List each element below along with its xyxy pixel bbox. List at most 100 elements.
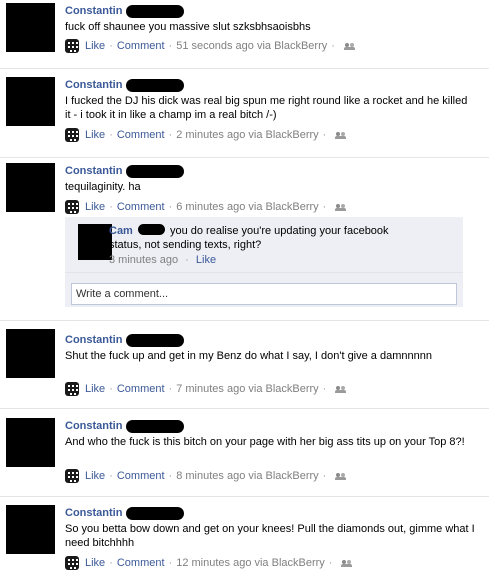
like-link[interactable]: Like	[85, 129, 105, 141]
post-header: Constantin	[65, 506, 185, 520]
separator: ·	[322, 201, 327, 213]
avatar[interactable]	[6, 329, 55, 378]
timestamp[interactable]: 2 minutes ago via BlackBerry	[176, 129, 318, 141]
post-header: Constantin	[65, 419, 185, 433]
timestamp[interactable]: 7 minutes ago via BlackBerry	[176, 383, 318, 395]
separator: ·	[322, 383, 327, 395]
comment-link[interactable]: Comment	[117, 129, 165, 141]
redaction-bar	[126, 78, 185, 92]
separator: ·	[168, 383, 173, 395]
feed-post: Constantin Shut the fuck up and get in m…	[0, 329, 489, 413]
comment-thread: Cam you do realise you're updating your …	[65, 217, 463, 307]
redaction-bar	[137, 224, 165, 235]
post-message: fuck off shaunee you massive slut szksbh…	[65, 21, 311, 33]
separator: ·	[109, 129, 113, 141]
avatar[interactable]	[6, 77, 55, 126]
feed-post: Constantin fuck off shaunee you massive …	[0, 0, 489, 70]
separator: ·	[168, 201, 173, 213]
comment-link[interactable]: Comment	[117, 40, 165, 52]
friends-privacy-icon[interactable]	[335, 472, 347, 480]
friends-privacy-icon[interactable]	[343, 42, 355, 50]
redaction-bar	[126, 4, 185, 18]
blackberry-icon	[65, 128, 79, 142]
separator: ·	[109, 201, 113, 213]
author-name[interactable]: Constantin	[65, 79, 122, 91]
commenter-avatar[interactable]	[78, 224, 112, 260]
separator: ·	[109, 383, 113, 395]
friends-privacy-icon[interactable]	[335, 131, 347, 139]
separator: ·	[168, 470, 173, 482]
separator: ·	[109, 40, 113, 52]
comment-link[interactable]: Comment	[117, 557, 165, 569]
post-message: tequilaginity. ha	[65, 181, 141, 193]
like-link[interactable]: Like	[85, 40, 105, 52]
friends-privacy-icon[interactable]	[335, 203, 347, 211]
divider	[0, 157, 489, 158]
like-link[interactable]: Like	[85, 383, 105, 395]
author-name[interactable]: Constantin	[65, 507, 122, 519]
feed-post: Constantin So you betta bow down and get…	[0, 502, 489, 586]
redaction-bar	[126, 419, 185, 433]
redaction-bar	[126, 333, 185, 347]
divider	[0, 68, 489, 69]
post-header: Constantin	[65, 4, 185, 18]
post-header: Constantin	[65, 78, 185, 92]
comment-link[interactable]: Comment	[117, 201, 165, 213]
commenter-name[interactable]: Cam	[109, 225, 133, 237]
post-header: Constantin	[65, 164, 185, 178]
separator: ·	[109, 470, 113, 482]
like-link[interactable]: Like	[85, 557, 105, 569]
comment-link[interactable]: Comment	[117, 383, 165, 395]
friends-privacy-icon[interactable]	[341, 559, 353, 567]
post-message: And who the fuck is this bitch on your p…	[65, 436, 465, 448]
timestamp[interactable]: 6 minutes ago via BlackBerry	[176, 201, 318, 213]
author-name[interactable]: Constantin	[65, 165, 122, 177]
avatar[interactable]	[6, 3, 55, 52]
separator: ·	[185, 254, 189, 266]
comment-timestamp[interactable]: 3 minutes ago	[109, 254, 178, 266]
separator: ·	[109, 557, 113, 569]
author-name[interactable]: Constantin	[65, 334, 122, 346]
feed-post: Constantin And who the fuck is this bitc…	[0, 415, 489, 499]
author-name[interactable]: Constantin	[65, 5, 122, 17]
friends-privacy-icon[interactable]	[335, 385, 347, 393]
blackberry-icon	[65, 469, 79, 483]
avatar[interactable]	[6, 163, 55, 212]
comment-body: Cam you do realise you're updating your …	[109, 224, 409, 252]
post-meta: Like · Comment · 7 minutes ago via Black…	[65, 381, 347, 397]
redaction-bar	[126, 164, 185, 178]
write-comment-input[interactable]: Write a comment...	[71, 283, 457, 305]
timestamp[interactable]: 51 seconds ago via BlackBerry	[176, 40, 327, 52]
author-name[interactable]: Constantin	[65, 420, 122, 432]
post-meta: Like · Comment · 2 minutes ago via Black…	[65, 127, 347, 143]
timestamp[interactable]: 12 minutes ago via BlackBerry	[176, 557, 325, 569]
separator: ·	[322, 470, 327, 482]
comment-link[interactable]: Comment	[117, 470, 165, 482]
post-meta: Like · Comment · 51 seconds ago via Blac…	[65, 38, 355, 54]
post-message: I fucked the DJ his dick was real big sp…	[65, 95, 468, 121]
separator: ·	[168, 129, 173, 141]
like-link[interactable]: Like	[85, 201, 105, 213]
blackberry-icon	[65, 200, 79, 214]
post-meta: Like · Comment · 6 minutes ago via Black…	[65, 199, 347, 215]
blackberry-icon	[65, 382, 79, 396]
timestamp[interactable]: 8 minutes ago via BlackBerry	[176, 470, 318, 482]
comment-like-link[interactable]: Like	[196, 254, 216, 266]
post-header: Constantin	[65, 333, 185, 347]
separator: ·	[331, 40, 335, 52]
comment-meta: 3 minutes ago · Like	[109, 254, 216, 266]
blackberry-icon	[65, 556, 79, 570]
like-link[interactable]: Like	[85, 470, 105, 482]
separator: ·	[168, 557, 173, 569]
separator: ·	[322, 129, 327, 141]
blackberry-icon	[65, 39, 79, 53]
avatar[interactable]	[6, 505, 55, 554]
post-message: So you betta bow down and get on your kn…	[65, 523, 475, 549]
avatar[interactable]	[6, 418, 55, 467]
post-meta: Like · Comment · 12 minutes ago via Blac…	[65, 555, 353, 571]
redaction-bar	[126, 506, 185, 520]
feed-post: Constantin I fucked the DJ his dick was …	[0, 74, 489, 158]
divider	[0, 408, 489, 409]
separator: ·	[168, 40, 173, 52]
separator: ·	[328, 557, 333, 569]
